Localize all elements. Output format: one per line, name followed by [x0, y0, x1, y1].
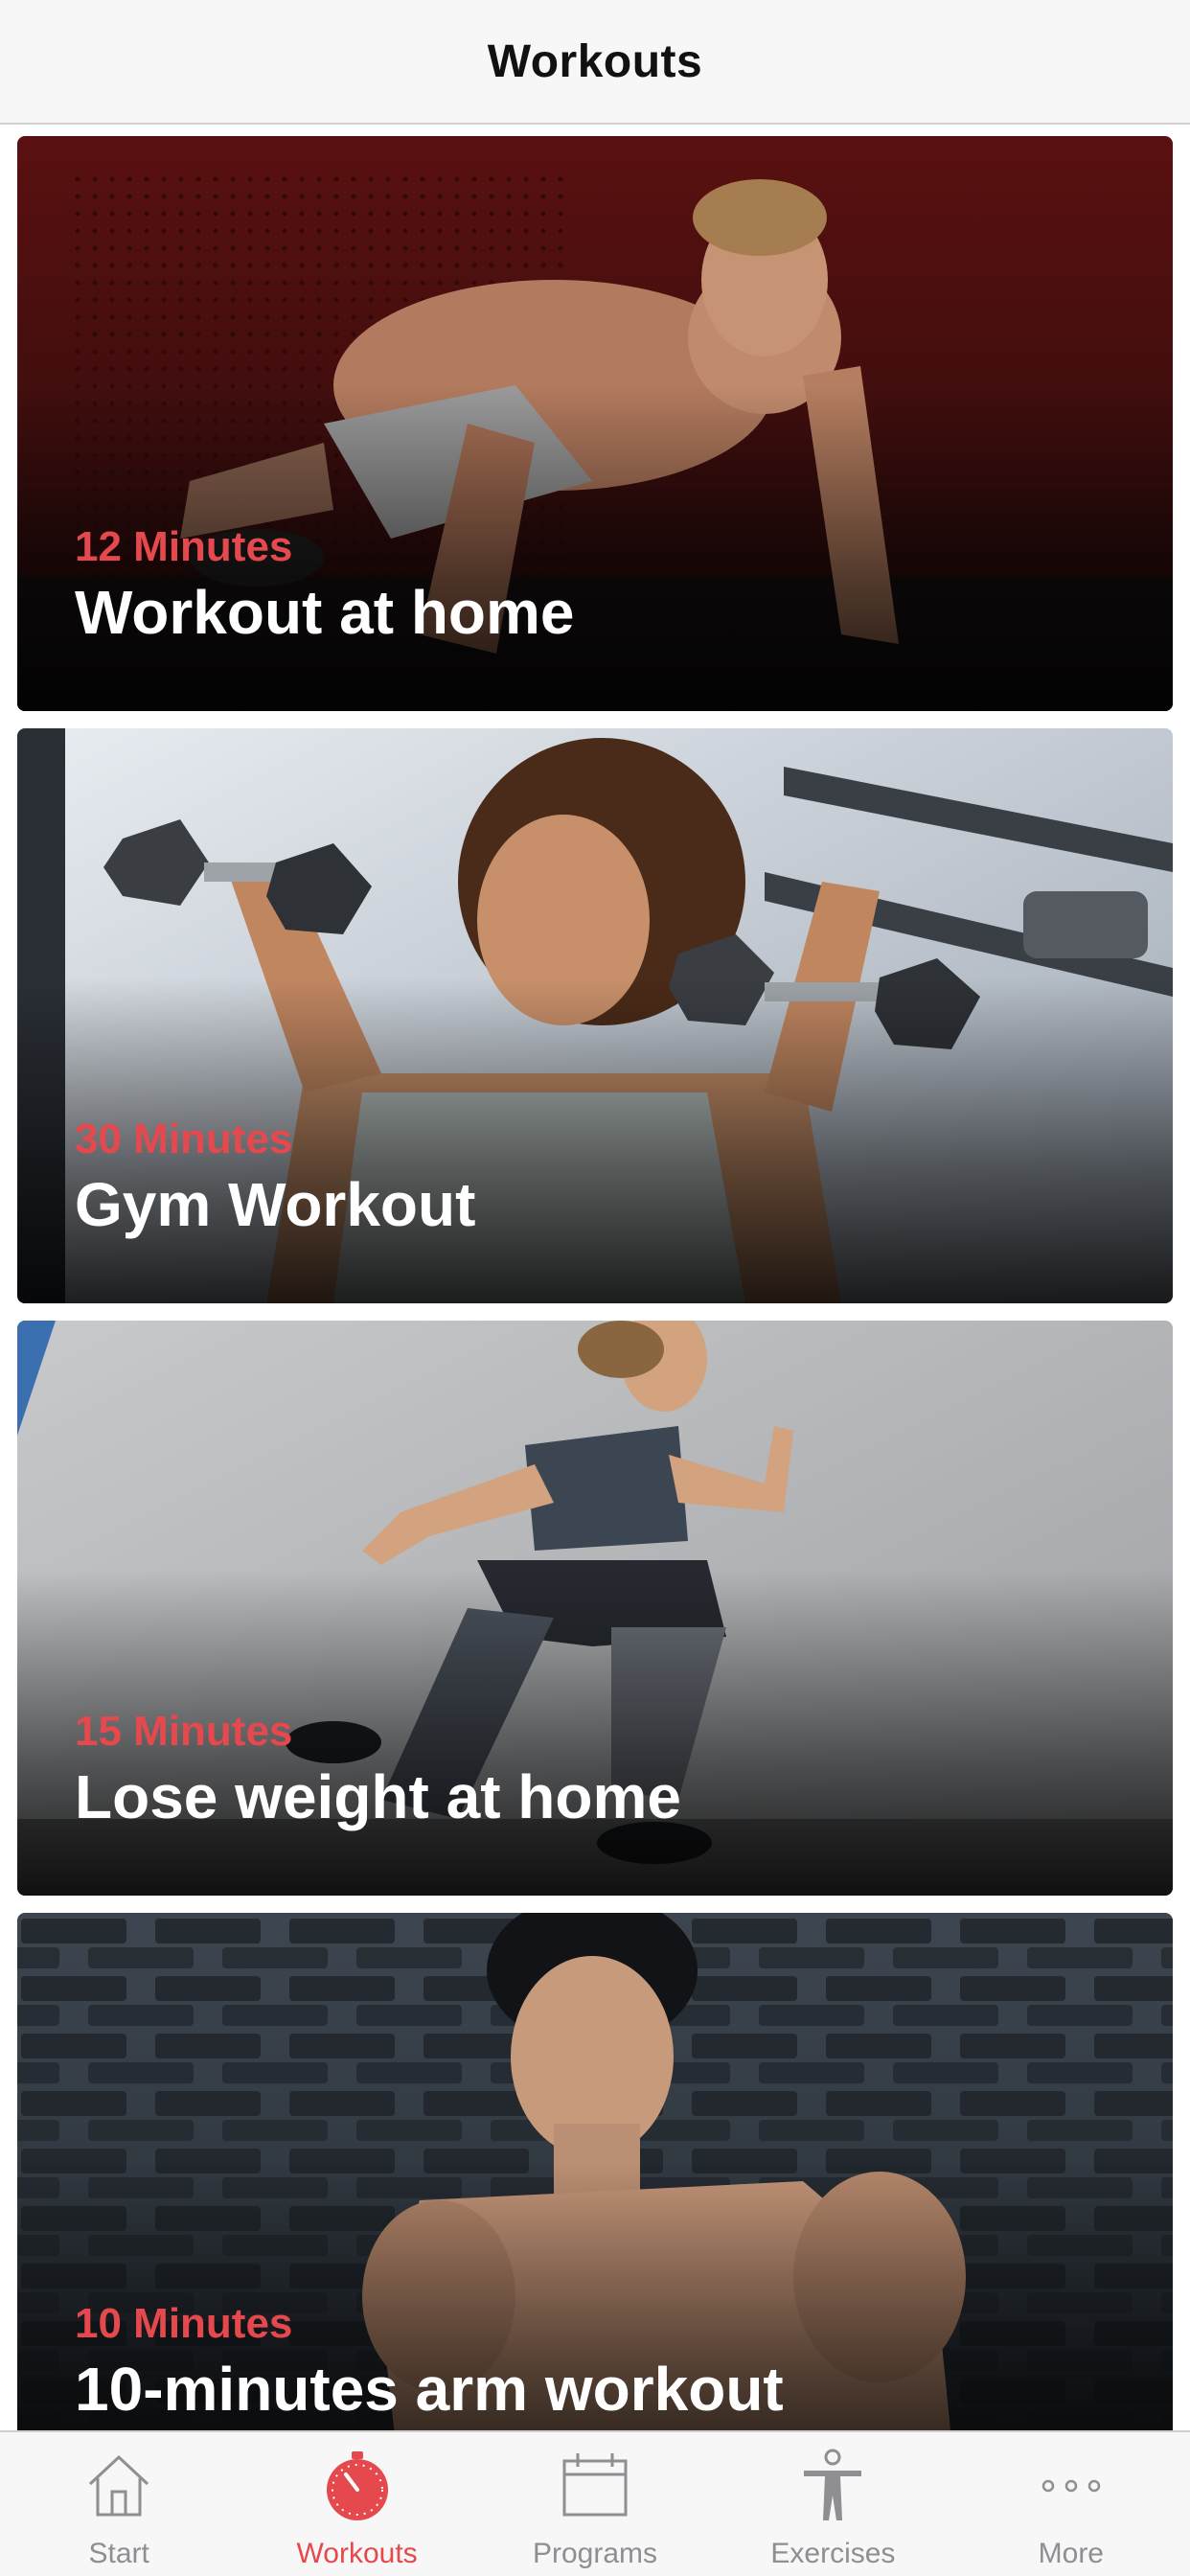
workout-card-lose-weight[interactable]: 15 Minutes Lose weight at home	[17, 1321, 1173, 1896]
tab-bar: Start Workouts Programs Exercises More	[0, 2430, 1190, 2576]
workout-duration: 12 Minutes	[75, 523, 293, 570]
more-dots-icon	[1041, 2479, 1101, 2493]
tab-label: Start	[88, 2538, 149, 2569]
workout-title: Lose weight at home	[75, 1762, 681, 1831]
stopwatch-icon	[326, 2451, 388, 2520]
workout-duration: 10 Minutes	[75, 2300, 293, 2347]
tab-label: Exercises	[770, 2538, 896, 2569]
workout-card-gym[interactable]: 30 Minutes Gym Workout	[17, 728, 1173, 1303]
workout-title: 10-minutes arm workout	[75, 2355, 784, 2424]
workout-card-home[interactable]: 12 Minutes Workout at home	[17, 136, 1173, 711]
workout-list[interactable]: 12 Minutes Workout at home 30 Minutes Gy…	[0, 125, 1190, 2430]
tab-more[interactable]: More	[952, 2432, 1190, 2576]
workout-duration: 15 Minutes	[75, 1708, 293, 1755]
person-icon	[804, 2449, 862, 2520]
page-title: Workouts	[487, 35, 703, 87]
tab-label: Workouts	[296, 2538, 418, 2569]
tab-label: More	[1038, 2538, 1104, 2569]
calendar-icon	[562, 2453, 628, 2517]
tab-exercises[interactable]: Exercises	[714, 2432, 951, 2576]
workout-duration: 30 Minutes	[75, 1116, 293, 1162]
tab-label: Programs	[532, 2538, 658, 2569]
tab-start[interactable]: Start	[0, 2432, 238, 2576]
tab-workouts[interactable]: Workouts	[238, 2432, 475, 2576]
workout-card-arm[interactable]: 10 Minutes 10-minutes arm workout	[17, 1913, 1173, 2430]
tab-programs[interactable]: Programs	[476, 2432, 714, 2576]
workout-title: Workout at home	[75, 578, 575, 647]
workout-title: Gym Workout	[75, 1170, 476, 1239]
navigation-bar: Workouts	[0, 0, 1190, 125]
home-icon	[89, 2454, 149, 2517]
